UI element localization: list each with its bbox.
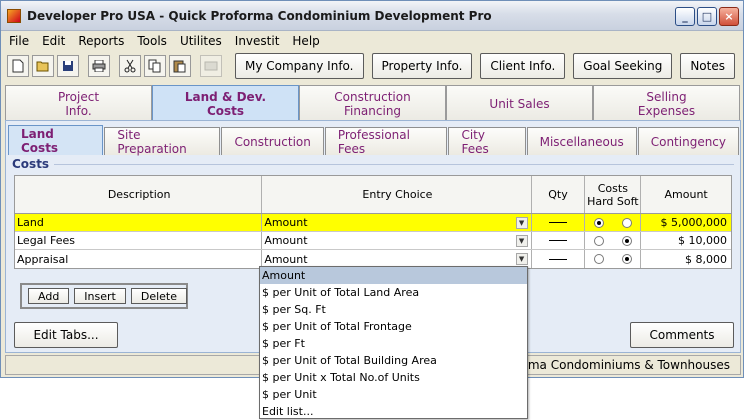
- copy-icon[interactable]: [144, 55, 166, 77]
- notes-button[interactable]: Notes: [680, 53, 735, 79]
- header-qty: Qty: [532, 176, 586, 213]
- subtab-land-costs[interactable]: Land Costs: [8, 125, 104, 155]
- tab-unit-sales[interactable]: Unit Sales: [446, 85, 593, 121]
- dropdown-option[interactable]: $ per Unit of Total Land Area: [260, 284, 527, 301]
- menu-reports[interactable]: Reports: [78, 34, 124, 48]
- minimize-icon[interactable]: _: [675, 7, 695, 26]
- row-actions-group: Add Insert Delete: [20, 283, 188, 309]
- tab-project-info[interactable]: Project Info.: [5, 85, 152, 121]
- row-description[interactable]: Appraisal: [15, 250, 263, 268]
- section-label: Costs: [12, 157, 50, 171]
- row-entry-choice[interactable]: Amount ▼: [262, 214, 532, 231]
- subtab-city-fees[interactable]: City Fees: [448, 127, 526, 156]
- row-qty: [532, 214, 586, 231]
- row-entry-choice[interactable]: Amount ▼: [262, 232, 532, 249]
- row-qty: [532, 232, 586, 249]
- hard-radio[interactable]: [594, 217, 605, 228]
- chevron-down-icon[interactable]: ▼: [515, 253, 528, 265]
- delete-button[interactable]: Delete: [130, 288, 188, 304]
- row-description[interactable]: Land: [15, 214, 263, 231]
- maximize-icon[interactable]: □: [697, 7, 717, 26]
- tab-construction-financing[interactable]: Construction Financing: [299, 85, 446, 121]
- subtab-site-preparation[interactable]: Site Preparation: [104, 127, 221, 156]
- header-entry-choice: Entry Choice: [262, 176, 532, 213]
- menu-utilites[interactable]: Utilites: [180, 34, 222, 48]
- tab-selling-expenses[interactable]: Selling Expenses: [593, 85, 740, 121]
- subtab-miscellaneous[interactable]: Miscellaneous: [526, 127, 637, 155]
- toolbar: My Company Info. Property Info. Client I…: [1, 51, 743, 81]
- header-description: Description: [15, 176, 263, 213]
- edit-tabs-button[interactable]: Edit Tabs...: [14, 322, 118, 348]
- table-row[interactable]: Legal Fees Amount ▼ $ 10,000: [15, 232, 731, 250]
- menu-edit[interactable]: Edit: [42, 34, 65, 48]
- row-amount[interactable]: $ 8,000: [641, 250, 731, 268]
- menu-bar: File Edit Reports Tools Utilites Investi…: [1, 31, 743, 51]
- window-controls: _ □ ×: [675, 7, 739, 26]
- header-costs: Costs Hard Soft: [585, 176, 642, 213]
- client-info-button[interactable]: Client Info.: [480, 53, 566, 79]
- empty-qty-dash: [548, 240, 567, 241]
- sub-tabs: Land Costs Site Preparation Construction…: [8, 125, 740, 156]
- subtab-construction[interactable]: Construction: [221, 127, 324, 155]
- row-qty: [532, 250, 586, 268]
- section-divider: [54, 164, 734, 165]
- status-text: rma Condominiums & Townhouses: [523, 358, 730, 372]
- new-file-icon[interactable]: [7, 55, 29, 77]
- paste-icon[interactable]: [169, 55, 191, 77]
- hard-radio[interactable]: [594, 254, 605, 264]
- row-amount[interactable]: $ 5,000,000: [641, 214, 731, 231]
- chevron-down-icon[interactable]: ▼: [515, 234, 528, 247]
- dropdown-option[interactable]: $ per Unit of Total Building Area: [260, 352, 527, 369]
- disabled-tool-icon: [200, 55, 222, 77]
- dropdown-option[interactable]: $ per Unit of Total Frontage: [260, 318, 527, 335]
- add-button[interactable]: Add: [28, 288, 70, 304]
- property-info-button[interactable]: Property Info.: [371, 53, 473, 79]
- hard-radio[interactable]: [594, 235, 605, 246]
- menu-tools[interactable]: Tools: [137, 34, 167, 48]
- close-icon[interactable]: ×: [719, 7, 739, 26]
- table-row[interactable]: Land Amount ▼ $ 5,000,000: [15, 214, 731, 232]
- dropdown-option[interactable]: $ per Unit: [260, 386, 527, 403]
- app-icon: [7, 8, 21, 23]
- goal-seeking-button[interactable]: Goal Seeking: [573, 53, 673, 79]
- soft-radio[interactable]: [621, 217, 632, 228]
- empty-qty-dash: [548, 258, 567, 260]
- open-folder-icon[interactable]: [32, 55, 54, 77]
- dropdown-option-edit-list[interactable]: Edit list...: [260, 403, 527, 420]
- menu-help[interactable]: Help: [292, 34, 319, 48]
- print-icon[interactable]: [88, 55, 110, 77]
- subtab-contingency[interactable]: Contingency: [637, 127, 740, 155]
- row-hard-soft: [585, 214, 642, 231]
- dropdown-option[interactable]: $ per Ft: [260, 335, 527, 352]
- row-hard-soft: [585, 250, 642, 268]
- chevron-down-icon[interactable]: ▼: [515, 216, 528, 229]
- table-header: Description Entry Choice Qty Costs Hard …: [15, 176, 731, 214]
- comments-button[interactable]: Comments: [630, 322, 734, 348]
- dropdown-option[interactable]: $ per Unit x Total No.of Units: [260, 369, 527, 386]
- header-amount: Amount: [664, 188, 708, 201]
- dropdown-option[interactable]: $ per Sq. Ft: [260, 301, 527, 318]
- subtab-professional-fees[interactable]: Professional Fees: [324, 127, 448, 156]
- menu-investit[interactable]: Investit: [235, 34, 280, 48]
- save-disk-icon[interactable]: [57, 55, 79, 77]
- empty-qty-dash: [548, 222, 567, 223]
- costs-table: Description Entry Choice Qty Costs Hard …: [14, 175, 732, 269]
- dropdown-option[interactable]: Amount: [260, 267, 527, 284]
- row-amount[interactable]: $ 10,000: [641, 232, 731, 249]
- entry-choice-dropdown: Amount $ per Unit of Total Land Area $ p…: [259, 266, 528, 419]
- menu-file[interactable]: File: [9, 34, 29, 48]
- soft-radio[interactable]: [621, 235, 632, 246]
- soft-radio[interactable]: [621, 254, 632, 264]
- row-description[interactable]: Legal Fees: [15, 232, 263, 249]
- window-title: Developer Pro USA - Quick Proforma Condo…: [27, 8, 492, 23]
- my-company-info-button[interactable]: My Company Info.: [235, 53, 364, 79]
- insert-button[interactable]: Insert: [74, 288, 126, 304]
- cut-scissors-icon[interactable]: [119, 55, 141, 77]
- tab-land-dev-costs[interactable]: Land & Dev. Costs: [152, 85, 299, 121]
- main-tabs: Project Info. Land & Dev. Costs Construc…: [5, 85, 741, 121]
- title-bar[interactable]: Developer Pro USA - Quick Proforma Condo…: [1, 1, 743, 31]
- row-hard-soft: [585, 232, 642, 249]
